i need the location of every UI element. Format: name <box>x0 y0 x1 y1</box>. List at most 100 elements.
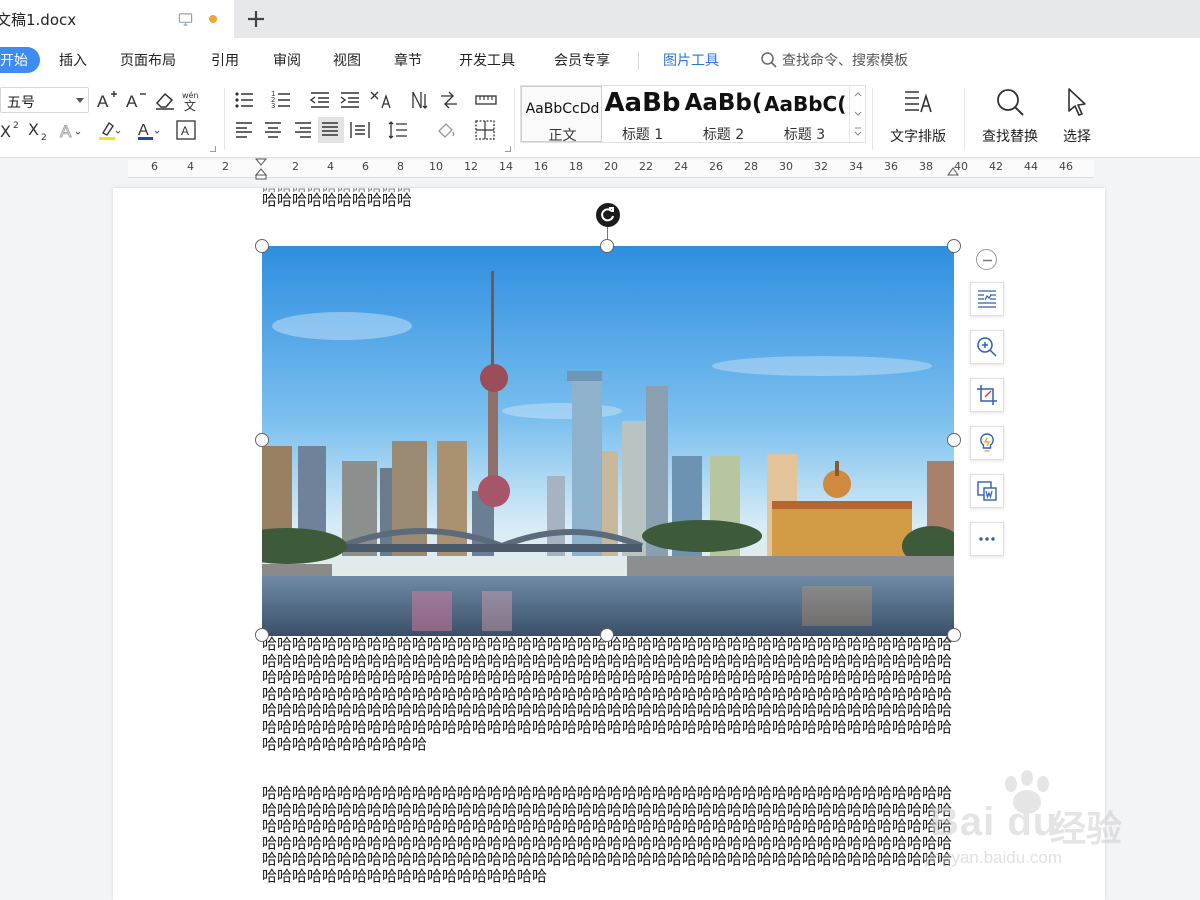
document-tab[interactable]: 文稿1.docx <box>0 0 234 38</box>
highlight-color-icon[interactable] <box>97 118 121 142</box>
ribbon-separator <box>872 88 873 150</box>
text-effect-icon[interactable]: A <box>58 118 82 142</box>
paragraph-dialog-launcher-icon[interactable] <box>505 146 511 152</box>
resize-handle-bottom-left[interactable] <box>255 628 269 642</box>
superscript-icon[interactable]: X2 <box>0 118 24 142</box>
menu-tab-view[interactable]: 视图 <box>333 50 361 70</box>
style-heading-1-label: 标题 1 <box>621 127 664 143</box>
numbered-list-icon[interactable]: 123 <box>270 88 294 112</box>
clear-format-eraser-icon[interactable] <box>153 88 177 112</box>
baidu-jingyan-watermark: Bai du 经验 jingyan.baidu.com <box>925 770 1195 880</box>
indent-marker-icon[interactable] <box>254 158 268 180</box>
ruler-label: 20 <box>604 160 618 173</box>
font-color-icon[interactable]: A <box>136 118 160 142</box>
resize-handle-top-right[interactable] <box>947 239 961 253</box>
image-to-text-button[interactable] <box>970 474 1004 508</box>
align-center-icon[interactable] <box>261 118 285 142</box>
menu-tab-home[interactable]: 开始 <box>0 47 40 73</box>
ruler-label: 36 <box>884 160 898 173</box>
align-left-icon[interactable] <box>233 118 257 142</box>
ruler-label: 18 <box>569 160 583 173</box>
increase-indent-icon[interactable] <box>338 88 362 112</box>
horizontal-ruler[interactable]: 6 4 2 2 4 6 8 10 12 14 16 18 20 22 24 26… <box>0 158 1200 180</box>
ruler-label: 42 <box>989 160 1003 173</box>
style-heading-3[interactable]: AaBbC( 标题 3 <box>764 86 845 143</box>
paragraph-2[interactable]: 哈哈哈哈哈哈哈哈哈哈哈哈哈哈哈哈哈哈哈哈哈哈哈哈哈哈哈哈哈哈哈哈哈哈哈哈哈哈哈哈… <box>262 785 954 900</box>
resize-handle-bottom[interactable] <box>600 628 614 642</box>
text-layout-icon <box>905 91 932 113</box>
menu-tab-references[interactable]: 引用 <box>211 50 239 70</box>
select-label: 选择 <box>1063 129 1091 145</box>
align-right-icon[interactable] <box>290 118 314 142</box>
resize-handle-right[interactable] <box>947 433 961 447</box>
style-gallery-scroll[interactable] <box>849 86 865 142</box>
font-size-select[interactable]: 五号 <box>0 87 89 113</box>
resize-handle-left[interactable] <box>255 433 269 447</box>
style-heading-1[interactable]: AaBb 标题 1 <box>602 86 683 143</box>
menu-tab-picture-tools[interactable]: 图片工具 <box>663 50 719 70</box>
distributed-align-icon[interactable] <box>348 118 372 142</box>
shading-icon[interactable] <box>434 118 458 142</box>
find-replace-button[interactable]: 查找替换 <box>973 86 1047 148</box>
justify-icon[interactable] <box>318 117 344 143</box>
character-border-icon[interactable]: A <box>174 118 198 142</box>
crop-image-button[interactable] <box>970 378 1004 412</box>
monitor-icon[interactable] <box>178 12 193 27</box>
menu-tab-review[interactable]: 审阅 <box>273 50 301 70</box>
selected-skyline-image[interactable] <box>262 246 954 636</box>
menu-tab-insert[interactable]: 插入 <box>59 50 87 70</box>
menu-tab-membership[interactable]: 会员专享 <box>554 50 610 70</box>
lightbulb-icon <box>980 433 994 452</box>
text-layout-button[interactable]: 文字排版 <box>882 86 954 148</box>
more-tools-button[interactable] <box>970 522 1004 556</box>
phonetic-guide-icon[interactable]: wén 文 <box>181 88 205 113</box>
ruler-label: 6 <box>362 160 369 173</box>
menu-tab-developer[interactable]: 开发工具 <box>459 50 515 70</box>
collapse-tools-button[interactable] <box>976 249 997 270</box>
resize-handle-top-left[interactable] <box>255 239 269 253</box>
right-indent-marker-icon[interactable] <box>946 163 960 177</box>
style-heading-1-sample: AaBb <box>604 88 681 118</box>
rotate-handle[interactable] <box>596 203 620 227</box>
ruler-label: 2 <box>292 160 299 173</box>
resize-handle-bottom-right[interactable] <box>947 628 961 642</box>
chinese-layout-icon[interactable] <box>368 88 392 112</box>
zoom-image-button[interactable] <box>970 330 1004 364</box>
select-button[interactable]: 选择 <box>1054 86 1100 148</box>
font-dialog-launcher-icon[interactable] <box>210 146 216 152</box>
picture-to-word-icon <box>977 481 997 501</box>
command-search[interactable]: 查找命令、搜索模板 <box>760 50 908 70</box>
style-heading-2[interactable]: AaBb( 标题 2 <box>683 86 764 143</box>
ruler-label: 28 <box>744 160 758 173</box>
svg-text:X: X <box>28 120 39 139</box>
bullet-list-icon[interactable] <box>233 88 257 112</box>
resize-handle-top[interactable] <box>600 239 614 253</box>
watermark-url: jingyan.baidu.com <box>925 848 1063 867</box>
image-ideas-button[interactable] <box>970 426 1004 460</box>
ruler-label: 44 <box>1024 160 1038 173</box>
style-normal-label: 正文 <box>548 128 577 144</box>
magnifier-icon <box>997 89 1024 116</box>
show-hide-ruler-icon[interactable] <box>474 88 498 112</box>
style-heading-2-label: 标题 2 <box>702 127 745 143</box>
line-spacing-icon[interactable] <box>386 118 410 142</box>
text-direction-icon[interactable] <box>407 88 431 112</box>
new-tab-plus-icon[interactable] <box>244 7 268 31</box>
sort-icon[interactable] <box>437 88 461 112</box>
ruler-label: 6 <box>151 160 158 173</box>
grow-font-icon[interactable]: A <box>95 88 119 112</box>
menu-tab-page-layout[interactable]: 页面布局 <box>120 50 176 70</box>
layout-options-button[interactable] <box>970 282 1004 316</box>
ribbon-separator <box>224 88 225 150</box>
zoom-in-icon <box>977 337 997 357</box>
ruler-label: 2 <box>222 160 229 173</box>
subscript-icon[interactable]: X2 <box>28 118 52 143</box>
paragraph-1[interactable]: 哈哈哈哈哈哈哈哈哈哈哈哈哈哈哈哈哈哈哈哈哈哈哈哈哈哈哈哈哈哈哈哈哈哈哈哈哈哈哈哈… <box>262 636 954 768</box>
shrink-font-icon[interactable]: A <box>124 88 148 112</box>
decrease-indent-icon[interactable] <box>308 88 332 112</box>
borders-icon[interactable] <box>473 118 497 142</box>
svg-text:A: A <box>97 92 109 111</box>
command-search-text: 查找命令、搜索模板 <box>782 53 908 69</box>
menu-tab-section[interactable]: 章节 <box>394 50 422 70</box>
style-normal[interactable]: AaBbCcDd 正文 <box>521 86 602 144</box>
